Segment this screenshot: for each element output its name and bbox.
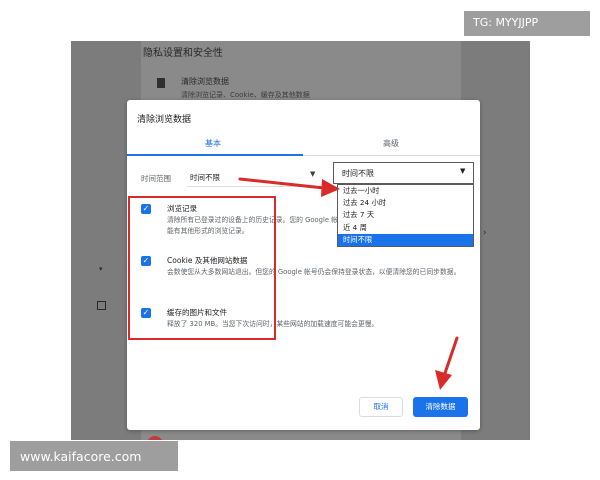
chevron-right-icon: › [483, 228, 487, 238]
annotation-arrow-down [435, 336, 459, 390]
active-tab-indicator [127, 154, 303, 156]
watermark-bottom: www.kaifacore.com [10, 441, 178, 471]
cancel-button[interactable]: 取消 [359, 397, 403, 417]
tab-basic[interactable]: 基本 [205, 138, 221, 149]
tab-advanced[interactable]: 高级 [383, 138, 399, 149]
screenshot-stage: 隐私设置和安全性 清除浏览数据 清除浏览记录、Cookie、缓存及其他数据 ▾ … [0, 0, 600, 480]
time-range-label: 时间范围 [141, 174, 171, 183]
option-all-time[interactable]: 时间不限 [338, 233, 473, 246]
dropdown-caret-icon: ▼ [460, 167, 466, 175]
privacy-section-title: 隐私设置和安全性 [143, 48, 223, 59]
option-last-4-weeks[interactable]: 近 4 周 [338, 222, 473, 234]
watermark-top: TG: MYYJJPP [464, 11, 590, 36]
dialog-footer: 取消 清除数据 [127, 383, 480, 430]
clear-browsing-data-row-desc: 清除浏览记录、Cookie、缓存及其他数据 [181, 91, 310, 99]
dialog-title: 清除浏览数据 [137, 115, 192, 125]
caret-down-icon: ▾ [99, 265, 103, 273]
clear-data-button[interactable]: 清除数据 [413, 397, 468, 417]
option-past-7-days[interactable]: 过去 7 天 [338, 209, 473, 221]
external-link-icon [97, 301, 106, 310]
time-range-options: 过去一小时 过去 24 小时 过去 7 天 近 4 周 时间不限 [337, 184, 474, 247]
trash-icon [157, 78, 165, 88]
dialog-tabs: 基本 高级 [127, 130, 480, 156]
time-range-dropdown[interactable]: 时间不限 [333, 162, 474, 184]
annotation-highlight-box [128, 196, 276, 340]
option-past-24-hours[interactable]: 过去 24 小时 [338, 197, 473, 209]
annotation-arrow-right [238, 177, 340, 197]
clear-browsing-data-row-title[interactable]: 清除浏览数据 [181, 76, 229, 87]
option-past-hour[interactable]: 过去一小时 [338, 185, 473, 197]
